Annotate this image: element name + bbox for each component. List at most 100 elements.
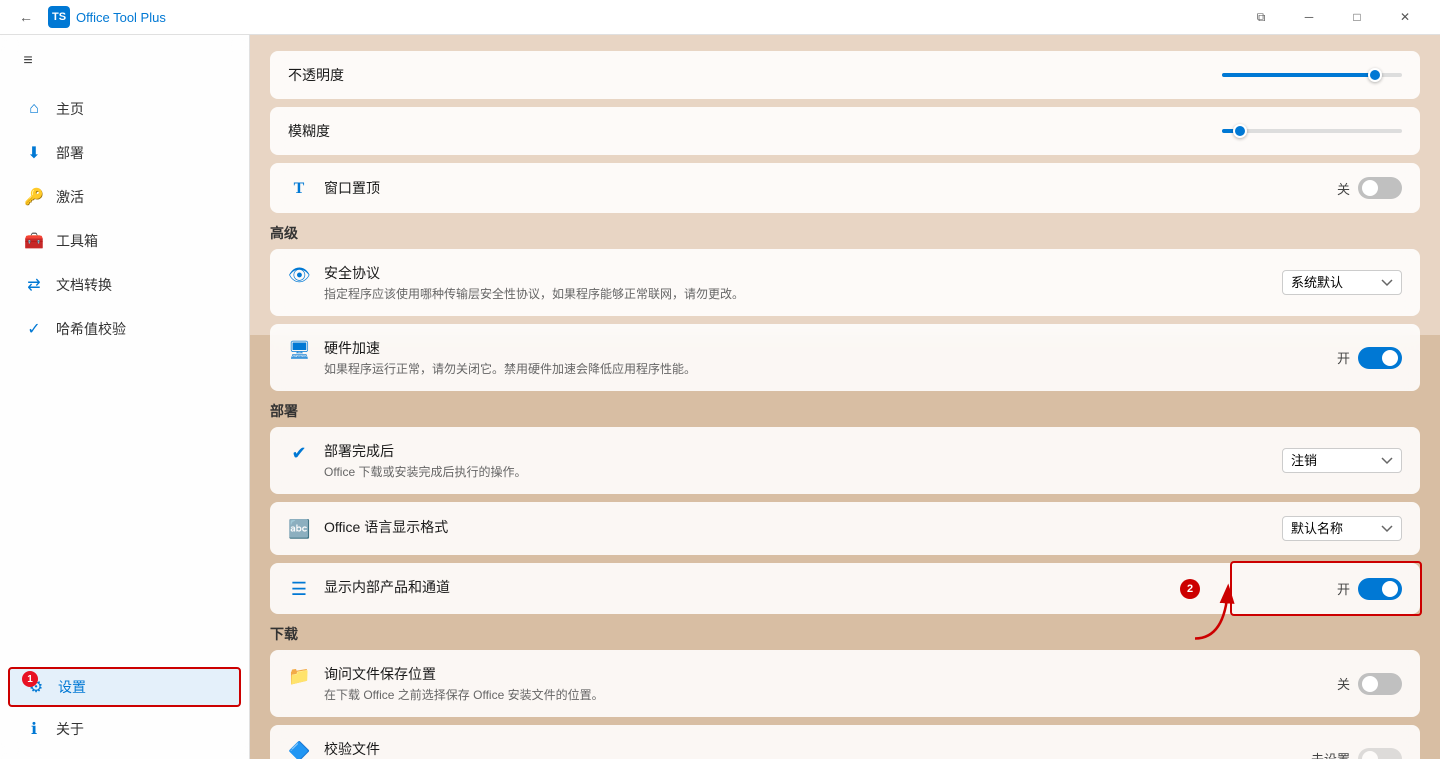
- sidebar-item-about[interactable]: ℹ 关于: [8, 709, 241, 749]
- app-title: Office Tool Plus: [76, 10, 166, 25]
- window-controls: ⧉ ─ □ ✕: [1238, 0, 1428, 35]
- blur-left: 模糊度: [288, 121, 1222, 141]
- security-desc: 指定程序应该使用哪种传输层安全性协议，如果程序能够正常联网，请勿更改。: [324, 285, 744, 302]
- verify-icon: 🔷: [288, 741, 310, 759]
- window-ontop-knob: [1362, 180, 1378, 196]
- deploy-icon: ⬇: [24, 143, 44, 163]
- window-ontop-toggle[interactable]: [1358, 177, 1402, 199]
- minimize-button[interactable]: ─: [1286, 0, 1332, 35]
- verify-right: 未设置: [1311, 748, 1402, 759]
- show-internal-right: 开: [1337, 578, 1402, 600]
- hardware-toggle[interactable]: [1358, 347, 1402, 369]
- toolbox-icon: 🧰: [24, 231, 44, 251]
- sidebar-item-convert[interactable]: ⇄ 文档转换: [8, 265, 241, 305]
- close-button[interactable]: ✕: [1382, 0, 1428, 35]
- transparency-slider-container[interactable]: [1222, 73, 1402, 77]
- window-ontop-text: 窗口置顶: [324, 178, 380, 198]
- ask-save-toggle-label: 关: [1337, 674, 1350, 693]
- sidebar-label-activate: 激活: [56, 187, 84, 207]
- content-area[interactable]: 不透明度 模糊度: [250, 35, 1440, 759]
- transparency-track[interactable]: [1222, 73, 1402, 77]
- menu-icon: ≡: [23, 52, 32, 70]
- hardware-right: 开: [1337, 347, 1402, 369]
- show-internal-toggle-label: 开: [1337, 579, 1350, 598]
- window-ontop-right: 关: [1337, 177, 1402, 199]
- office-lang-title: Office 语言显示格式: [324, 517, 448, 537]
- window-ontop-toggle-label: 关: [1337, 179, 1350, 198]
- transparency-left: 不透明度: [288, 65, 1222, 85]
- ask-save-knob: [1362, 676, 1378, 692]
- folder-icon: 📁: [288, 666, 310, 687]
- settings-badge: 1: [22, 671, 38, 687]
- about-icon: ℹ: [24, 719, 44, 739]
- transparency-text: 不透明度: [288, 65, 344, 85]
- security-title: 安全协议: [324, 263, 744, 283]
- back-button[interactable]: ←: [12, 3, 40, 31]
- show-internal-card: ☰ 显示内部产品和通道 开: [270, 563, 1420, 614]
- sidebar-label-home: 主页: [56, 99, 84, 119]
- blur-slider-container[interactable]: [1222, 129, 1402, 133]
- sidebar-item-activate[interactable]: 🔑 激活: [8, 177, 241, 217]
- advanced-header: 高级: [270, 223, 1420, 243]
- hardware-accel-card: 🖥 硬件加速 如果程序运行正常，请勿关闭它。禁用硬件加速会降低应用程序性能。 开: [270, 324, 1420, 391]
- after-deploy-card: ✔ 部署完成后 Office 下载或安装完成后执行的操作。 注销: [270, 427, 1420, 494]
- titlebar: ← TS Office Tool Plus ⧉ ─ □ ✕: [0, 0, 1440, 35]
- office-lang-select[interactable]: 默认名称: [1282, 516, 1402, 541]
- sidebar-label-settings: 设置: [58, 677, 86, 697]
- after-deploy-text: 部署完成后 Office 下载或安装完成后执行的操作。: [324, 441, 526, 480]
- blur-text: 模糊度: [288, 121, 330, 141]
- after-deploy-desc: Office 下载或安装完成后执行的操作。: [324, 463, 526, 480]
- office-lang-card: 🔤 Office 语言显示格式 默认名称: [270, 502, 1420, 555]
- transparency-right: [1222, 73, 1402, 77]
- activate-icon: 🔑: [24, 187, 44, 207]
- office-lang-left: 🔤 Office 语言显示格式: [288, 517, 1282, 540]
- verify-title: 校验文件: [324, 739, 502, 759]
- sidebar-bottom: ⚙ 设置 1 ℹ 关于: [0, 665, 249, 759]
- sidebar-item-home[interactable]: ⌂ 主页: [8, 89, 241, 129]
- show-internal-knob: [1382, 581, 1398, 597]
- home-icon: ⌂: [24, 100, 44, 118]
- ask-save-left: 📁 询问文件保存位置 在下载 Office 之前选择保存 Office 安装文件…: [288, 664, 1337, 703]
- hardware-toggle-label: 开: [1337, 348, 1350, 367]
- translate-icon: 🔤: [288, 519, 310, 540]
- sidebar-label-deploy: 部署: [56, 143, 84, 163]
- verify-toggle-label: 未设置: [1311, 749, 1350, 759]
- show-internal-toggle[interactable]: [1358, 578, 1402, 600]
- blur-title: 模糊度: [288, 121, 330, 141]
- sidebar-item-deploy[interactable]: ⬇ 部署: [8, 133, 241, 173]
- verify-left: 🔷 校验文件 Office 下载完成后校验安装文件。: [288, 739, 1311, 759]
- transparency-card: 不透明度: [270, 51, 1420, 99]
- transparency-thumb[interactable]: [1368, 68, 1382, 82]
- restore-button[interactable]: ⧉: [1238, 0, 1284, 35]
- app-logo: TS: [48, 6, 70, 28]
- blur-track[interactable]: [1222, 129, 1402, 133]
- sidebar-item-settings[interactable]: ⚙ 设置 1: [8, 667, 241, 707]
- verify-toggle[interactable]: [1358, 748, 1402, 759]
- security-select[interactable]: 系统默认: [1282, 270, 1402, 295]
- main-layout: ≡ ⌂ 主页 ⬇ 部署 🔑 激活 🧰 工具箱 ⇄ 文档转换 ✓ 哈希值校验 ⚙: [0, 35, 1440, 759]
- show-internal-title: 显示内部产品和通道: [324, 577, 450, 597]
- security-icon: 👁: [288, 265, 310, 286]
- ask-save-text: 询问文件保存位置 在下载 Office 之前选择保存 Office 安装文件的位…: [324, 664, 604, 703]
- office-lang-text: Office 语言显示格式: [324, 517, 448, 537]
- hash-icon: ✓: [24, 319, 44, 339]
- after-deploy-title: 部署完成后: [324, 441, 526, 461]
- after-deploy-select[interactable]: 注销: [1282, 448, 1402, 473]
- step-badge-2: 2: [1180, 579, 1200, 599]
- blur-thumb[interactable]: [1233, 124, 1247, 138]
- maximize-button[interactable]: □: [1334, 0, 1380, 35]
- window-ontop-icon: T: [288, 180, 310, 198]
- hardware-title: 硬件加速: [324, 338, 696, 358]
- window-ontop-card: T 窗口置顶 关: [270, 163, 1420, 213]
- ask-save-desc: 在下载 Office 之前选择保存 Office 安装文件的位置。: [324, 686, 604, 703]
- sidebar-label-about: 关于: [56, 719, 84, 739]
- ask-save-card: 📁 询问文件保存位置 在下载 Office 之前选择保存 Office 安装文件…: [270, 650, 1420, 717]
- hardware-knob: [1382, 350, 1398, 366]
- ask-save-right: 关: [1337, 673, 1402, 695]
- menu-button[interactable]: ≡: [8, 43, 48, 79]
- ask-save-toggle[interactable]: [1358, 673, 1402, 695]
- sidebar-item-hash[interactable]: ✓ 哈希值校验: [8, 309, 241, 349]
- sidebar-item-toolbox[interactable]: 🧰 工具箱: [8, 221, 241, 261]
- security-right: 系统默认: [1282, 270, 1402, 295]
- after-deploy-right: 注销: [1282, 448, 1402, 473]
